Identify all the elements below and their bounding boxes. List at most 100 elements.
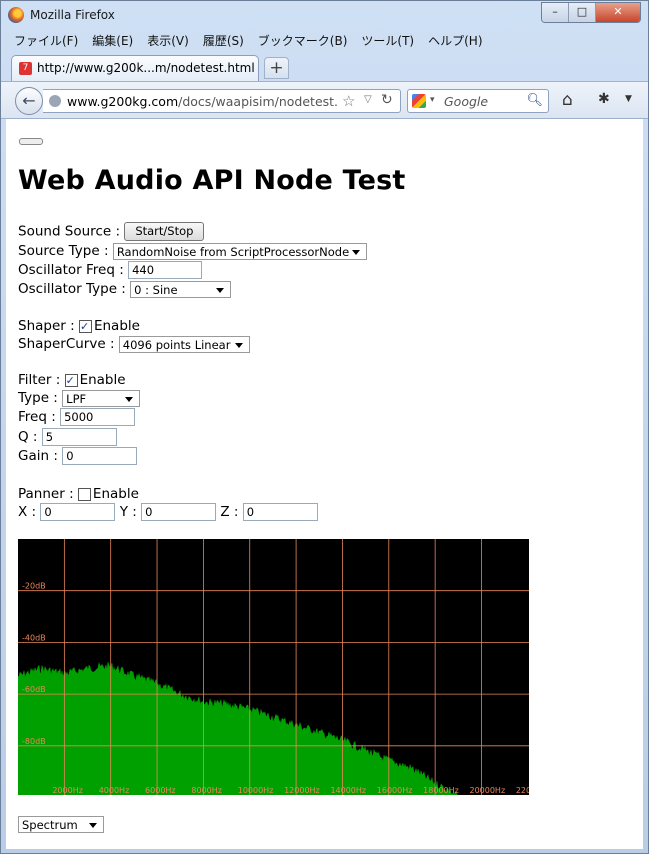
x-tick-label: 16000Hz (377, 786, 413, 795)
menu-bookmarks[interactable]: ブックマーク(B) (251, 31, 355, 51)
search-icon[interactable]: 🔍︎ (526, 93, 543, 108)
y-tick-label: -60dB (22, 685, 46, 694)
tab-label: http://www.g200k...m/nodetest.html (37, 61, 255, 75)
url-domain: www.g200kg.com (67, 94, 179, 109)
back-arrow-icon: ← (22, 91, 36, 110)
y-tick-label: -40dB (22, 633, 46, 642)
panner-label: Panner : (18, 486, 74, 502)
shaper-label: Shaper : (18, 318, 75, 334)
z-input[interactable]: 0 (242, 503, 318, 521)
q-input[interactable]: 5 (41, 428, 117, 446)
search-engine-dropdown-icon[interactable]: ▾ (430, 95, 435, 105)
bookmark-star-icon[interactable]: ☆ (342, 92, 355, 110)
source-type-select[interactable]: RandomNoise from ScriptProcessorNode (112, 242, 367, 260)
small-button[interactable] (19, 138, 43, 145)
x-tick-label: 2000Hz (52, 786, 83, 795)
toolbar-menu-dropdown-icon[interactable]: ▼ (625, 94, 632, 104)
menu-file[interactable]: ファイル(F) (7, 31, 85, 51)
panner-enable-checkbox[interactable] (77, 487, 91, 501)
filter-type-row: Type : LPF (18, 389, 141, 407)
window-title: Mozilla Firefox (30, 8, 115, 22)
y-tick-label: -20dB (22, 582, 46, 591)
menu-view[interactable]: 表示(V) (140, 31, 196, 51)
shaper-curve-label: ShaperCurve : (18, 336, 115, 352)
freq-input[interactable]: 5000 (60, 408, 136, 426)
x-tick-label: 220 (516, 786, 529, 795)
view-mode-row: Spectrum (18, 815, 104, 833)
shaper-enable-checkbox[interactable] (78, 318, 92, 336)
addon-icon[interactable]: ✱ (598, 91, 610, 107)
view-mode-select[interactable]: Spectrum (18, 815, 104, 833)
osc-freq-row: Oscillator Freq : 440 (18, 261, 203, 279)
spectrum-chart: 2000Hz 4000Hz 6000Hz 8000Hz 10000Hz 12000Hz 14… (18, 539, 529, 795)
title-bar: Mozilla Firefox – □ ✕ (1, 1, 648, 29)
window-controls: – □ ✕ (541, 2, 641, 23)
q-row: Q : 5 (18, 428, 117, 446)
filter-type-label: Type : (18, 390, 58, 406)
search-box[interactable]: ▾ Google 🔍︎ (407, 89, 549, 113)
osc-type-select[interactable]: 0 : Sine (130, 280, 232, 298)
tab-nodetest[interactable]: 7 http://www.g200k...m/nodetest.html (11, 55, 259, 81)
maximize-button[interactable]: □ (569, 3, 596, 22)
y-label: Y : (119, 504, 137, 520)
x-tick-label: 12000Hz (284, 786, 320, 795)
navigation-toolbar: ← www.g200kg.com/docs/waapisim/nodetest.… (1, 81, 648, 119)
minimize-button[interactable]: – (542, 3, 569, 22)
filter-row: Filter : Enable (18, 371, 126, 390)
filter-enable-checkbox[interactable] (64, 372, 78, 390)
url-text: www.g200kg.com/docs/waapisim/nodetest.ht (67, 94, 339, 109)
y-input[interactable]: 0 (141, 503, 217, 521)
gain-label: Gain : (18, 448, 58, 464)
close-button[interactable]: ✕ (596, 3, 640, 22)
sound-source-label: Sound Source : (18, 223, 121, 240)
shaper-row: Shaper : Enable (18, 317, 140, 336)
sound-source-row: Sound Source : Start/Stop (18, 222, 205, 241)
x-tick-label: 14000Hz (330, 786, 366, 795)
x-tick-label: 18000Hz (423, 786, 459, 795)
url-dropdown-icon[interactable]: ▽ (364, 94, 372, 105)
x-tick-label: 4000Hz (99, 786, 130, 795)
y-tick-label: -80dB (22, 737, 46, 746)
x-input[interactable]: 0 (40, 503, 116, 521)
reload-icon[interactable]: ↻ (381, 92, 393, 108)
menu-help[interactable]: ヘルプ(H) (421, 31, 489, 51)
page-content: Web Audio API Node Test Sound Source : S… (6, 119, 643, 849)
source-type-row: Source Type : RandomNoise from ScriptPro… (18, 242, 367, 260)
x-tick-label: 20000Hz (469, 786, 505, 795)
url-path: /docs/waapisim/nodetest.ht (178, 94, 339, 109)
filter-enable-label: Enable (79, 372, 126, 388)
x-tick-label: 6000Hz (145, 786, 176, 795)
menu-edit[interactable]: 編集(E) (85, 31, 140, 51)
z-label: Z : (220, 504, 239, 520)
shaper-curve-select[interactable]: 4096 points Linear (118, 335, 250, 353)
favicon-icon: 7 (19, 62, 32, 75)
site-identity-icon[interactable] (49, 95, 61, 107)
menu-bar: ファイル(F) 編集(E) 表示(V) 履歴(S) ブックマーク(B) ツール(… (7, 31, 490, 51)
q-label: Q : (18, 429, 38, 445)
search-placeholder: Google (444, 94, 489, 109)
page-title: Web Audio API Node Test (18, 165, 406, 196)
back-button[interactable]: ← (15, 87, 43, 115)
new-tab-button[interactable]: + (264, 57, 289, 79)
osc-freq-label: Oscillator Freq : (18, 262, 124, 278)
x-tick-label: 10000Hz (238, 786, 274, 795)
start-stop-button[interactable]: Start/Stop (124, 222, 205, 241)
menu-history[interactable]: 履歴(S) (196, 31, 251, 51)
filter-type-select[interactable]: LPF (62, 389, 141, 407)
url-bar[interactable]: www.g200kg.com/docs/waapisim/nodetest.ht… (43, 89, 401, 113)
firefox-logo-icon (8, 7, 24, 23)
google-icon[interactable] (412, 94, 426, 108)
shaper-enable-label: Enable (93, 318, 140, 334)
gain-input[interactable]: 0 (62, 447, 138, 465)
browser-window: Mozilla Firefox – □ ✕ ファイル(F) 編集(E) 表示(V… (0, 0, 649, 854)
filter-label: Filter : (18, 372, 61, 388)
home-icon[interactable]: ⌂ (562, 90, 573, 110)
menu-tools[interactable]: ツール(T) (354, 31, 421, 51)
source-type-label: Source Type : (18, 243, 109, 259)
osc-freq-input[interactable]: 440 (128, 261, 203, 279)
xyz-row: X : 0 Y : 0 Z : 0 (18, 503, 318, 521)
freq-label: Freq : (18, 409, 56, 425)
gain-row: Gain : 0 (18, 447, 138, 465)
osc-type-row: Oscillator Type : 0 : Sine (18, 280, 232, 298)
panner-row: Panner : Enable (18, 485, 139, 503)
